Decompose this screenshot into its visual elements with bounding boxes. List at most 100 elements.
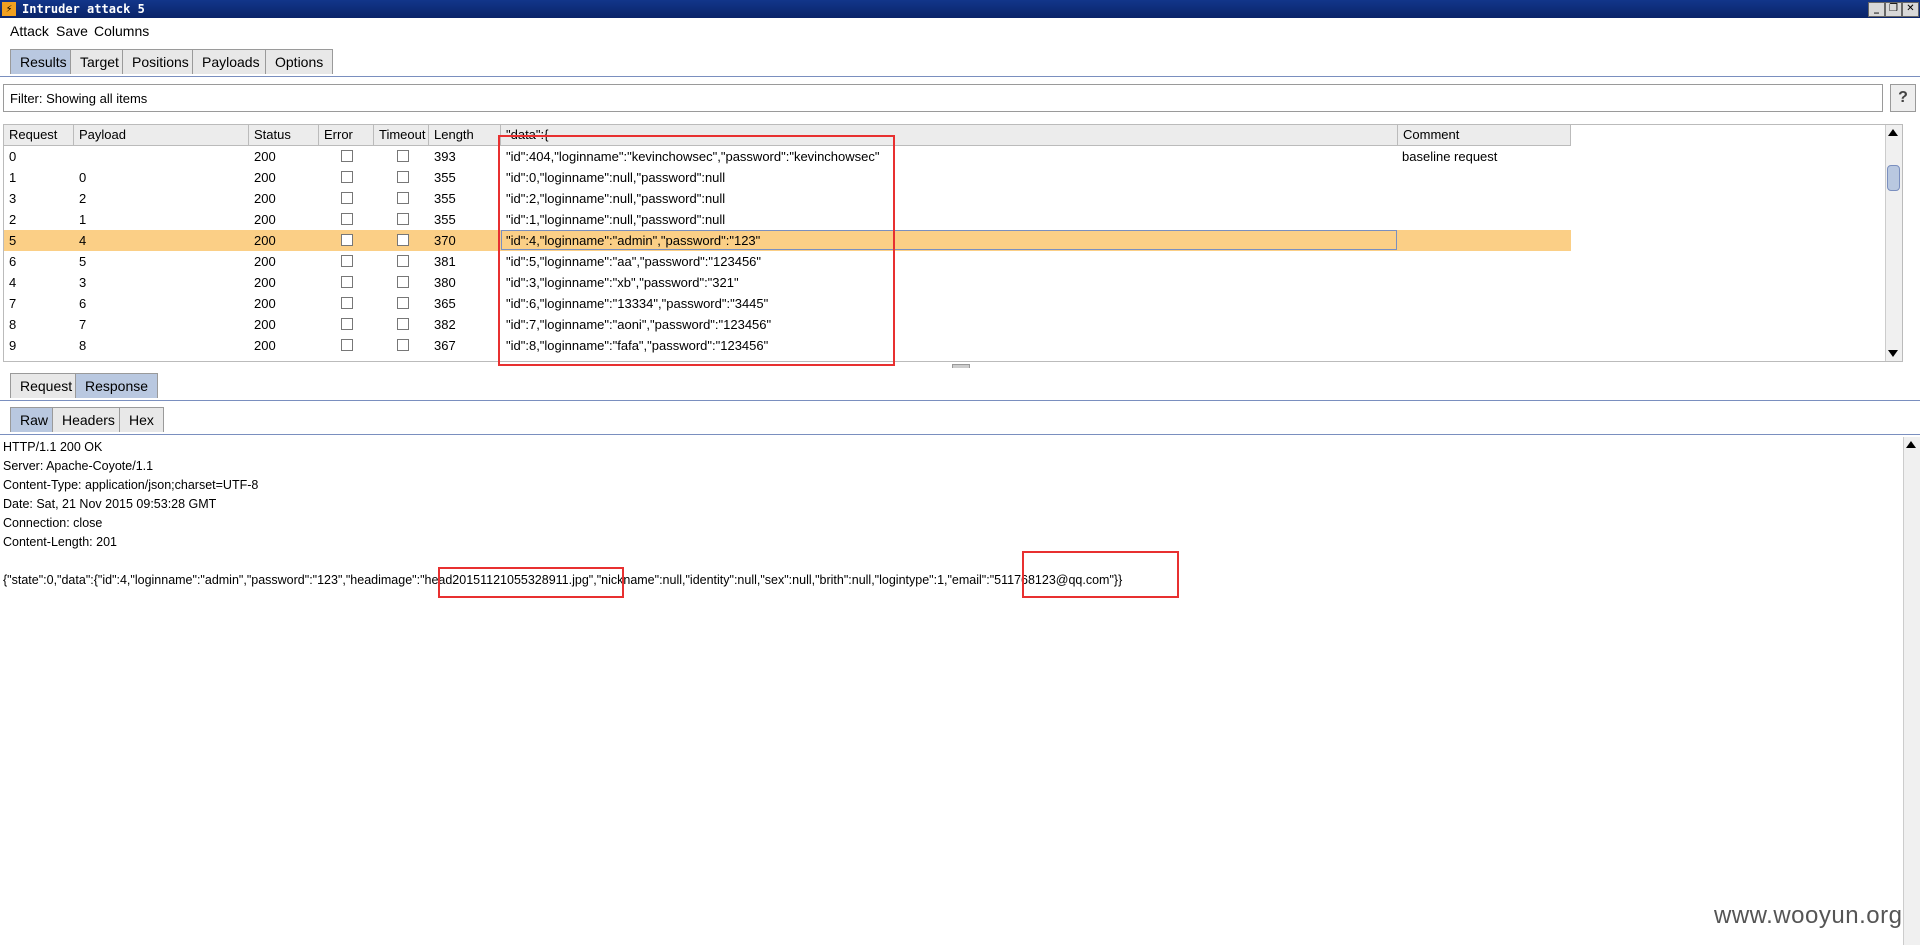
cell-data: "id":0,"loginname":null,"password":null — [506, 170, 726, 185]
tab-payloads[interactable]: Payloads — [192, 49, 270, 74]
col-comment[interactable]: Comment — [1398, 125, 1571, 145]
table-row[interactable]: 5 4 200 370 "id":4,"loginname":"admin","pass… — [4, 230, 1571, 251]
tab-positions[interactable]: Positions — [122, 49, 199, 74]
timeout-checkbox[interactable] — [397, 213, 409, 225]
cell-request: 2 — [9, 212, 17, 227]
cell-status: 200 — [254, 233, 276, 248]
table-row[interactable]: 0 200 393 "id":404,"loginname":"kevinchowse… — [4, 146, 1571, 167]
error-checkbox[interactable] — [341, 318, 353, 330]
table-row[interactable]: 3 2 200 355 "id":2,"loginname":null,"passwor… — [4, 188, 1571, 209]
timeout-checkbox[interactable] — [397, 192, 409, 204]
menu-attack[interactable]: Attack — [10, 23, 49, 39]
watermark: www.wooyun.org — [1714, 902, 1903, 929]
scroll-up-icon[interactable] — [1906, 441, 1916, 448]
cell-data: "id":1,"loginname":null,"password":null — [506, 212, 726, 227]
table-row[interactable]: 7 6 200 365 "id":6,"loginname":"13334","pass… — [4, 293, 1571, 314]
cell-payload: 7 — [79, 317, 87, 332]
col-timeout[interactable]: Timeout — [374, 125, 429, 145]
timeout-checkbox[interactable] — [397, 318, 409, 330]
tab-headers[interactable]: Headers — [52, 407, 125, 432]
cell-status: 200 — [254, 296, 276, 311]
cell-data: "id":2,"loginname":null,"password":null — [506, 191, 726, 206]
cell-request: 8 — [9, 317, 17, 332]
cell-data: "id":5,"loginname":"aa","password":"1234… — [506, 254, 762, 269]
response-header-line: Content-Type: application/json;charset=U… — [3, 478, 259, 492]
cell-status: 200 — [254, 212, 276, 227]
cell-payload: 8 — [79, 338, 87, 353]
timeout-checkbox[interactable] — [397, 150, 409, 162]
table-row[interactable]: 8 7 200 382 "id":7,"loginname":"aoni","passw… — [4, 314, 1571, 335]
table-row[interactable]: 1 0 200 355 "id":0,"loginname":null,"passwor… — [4, 167, 1571, 188]
help-icon[interactable]: ? — [1890, 84, 1916, 112]
view-tabs: Raw Headers Hex — [0, 402, 1920, 435]
cell-data: "id":404,"loginname":"kevinchowsec","pas… — [506, 149, 880, 164]
error-checkbox[interactable] — [341, 255, 353, 267]
maximize-button[interactable]: ❐ — [1885, 2, 1902, 17]
cell-payload: 1 — [79, 212, 87, 227]
close-button[interactable]: ✕ — [1902, 2, 1919, 17]
cell-status: 200 — [254, 338, 276, 353]
table-scrollbar[interactable] — [1885, 125, 1902, 361]
cell-payload: 4 — [79, 233, 87, 248]
cell-request: 6 — [9, 254, 17, 269]
error-checkbox[interactable] — [341, 171, 353, 183]
filter-bar[interactable]: Filter: Showing all items — [3, 84, 1883, 112]
table-row[interactable]: 4 3 200 380 "id":3,"loginname":"xb","passwor… — [4, 272, 1571, 293]
timeout-checkbox[interactable] — [397, 276, 409, 288]
error-checkbox[interactable] — [341, 297, 353, 309]
timeout-checkbox[interactable] — [397, 297, 409, 309]
table-row[interactable]: 6 5 200 381 "id":5,"loginname":"aa","passwor… — [4, 251, 1571, 272]
tab-response[interactable]: Response — [75, 373, 159, 398]
error-checkbox[interactable] — [341, 213, 353, 225]
menu-columns[interactable]: Columns — [94, 23, 149, 39]
col-payload[interactable]: Payload — [74, 125, 249, 145]
title-bar: ⚡ Intruder attack 5 _ ❐ ✕ — [0, 0, 1920, 18]
cell-length: 393 — [434, 149, 456, 164]
tab-results[interactable]: Results — [10, 49, 77, 74]
cell-length: 365 — [434, 296, 456, 311]
timeout-checkbox[interactable] — [397, 339, 409, 351]
response-viewer[interactable]: HTTP/1.1 200 OK Server: Apache-Coyote/1.… — [0, 437, 1920, 945]
tab-target[interactable]: Target — [70, 49, 129, 74]
col-data[interactable]: "data":{ — [501, 125, 1398, 145]
error-checkbox[interactable] — [341, 150, 353, 162]
cell-request: 5 — [9, 233, 17, 248]
error-checkbox[interactable] — [341, 339, 353, 351]
timeout-checkbox[interactable] — [397, 234, 409, 246]
scroll-down-icon[interactable] — [1888, 350, 1898, 357]
tab-hex[interactable]: Hex — [119, 407, 164, 432]
tab-request[interactable]: Request — [10, 373, 83, 398]
col-error[interactable]: Error — [319, 125, 374, 145]
cell-request: 1 — [9, 170, 17, 185]
scroll-up-icon[interactable] — [1888, 129, 1898, 136]
tab-raw[interactable]: Raw — [10, 407, 59, 432]
request-response-tabs: Request Response — [0, 368, 1920, 401]
cell-payload: 3 — [79, 275, 87, 290]
cell-status: 200 — [254, 149, 276, 164]
timeout-checkbox[interactable] — [397, 171, 409, 183]
table-row[interactable]: 2 1 200 355 "id":1,"loginname":null,"passwor… — [4, 209, 1571, 230]
cell-request: 3 — [9, 191, 17, 206]
menu-save[interactable]: Save — [56, 23, 88, 39]
response-header-line: Server: Apache-Coyote/1.1 — [3, 459, 154, 473]
error-checkbox[interactable] — [341, 192, 353, 204]
tab-options[interactable]: Options — [265, 49, 334, 74]
scroll-thumb[interactable] — [1887, 165, 1900, 191]
cell-data: "id":3,"loginname":"xb","password":"321" — [506, 275, 739, 290]
col-length[interactable]: Length — [429, 125, 501, 145]
table-row[interactable]: 9 8 200 367 "id":8,"loginname":"fafa","passw… — [4, 335, 1571, 356]
cell-length: 355 — [434, 212, 456, 227]
response-scrollbar[interactable] — [1903, 437, 1920, 945]
focus-cell-outline — [501, 230, 1397, 250]
cell-status: 200 — [254, 191, 276, 206]
cell-request: 7 — [9, 296, 17, 311]
col-status[interactable]: Status — [249, 125, 319, 145]
cell-payload: 2 — [79, 191, 87, 206]
error-checkbox[interactable] — [341, 276, 353, 288]
minimize-button[interactable]: _ — [1868, 2, 1885, 17]
menu-bar: Attack Save Columns — [0, 18, 1920, 44]
timeout-checkbox[interactable] — [397, 255, 409, 267]
response-status-line: HTTP/1.1 200 OK — [3, 440, 103, 454]
col-request[interactable]: Request — [4, 125, 74, 145]
error-checkbox[interactable] — [341, 234, 353, 246]
